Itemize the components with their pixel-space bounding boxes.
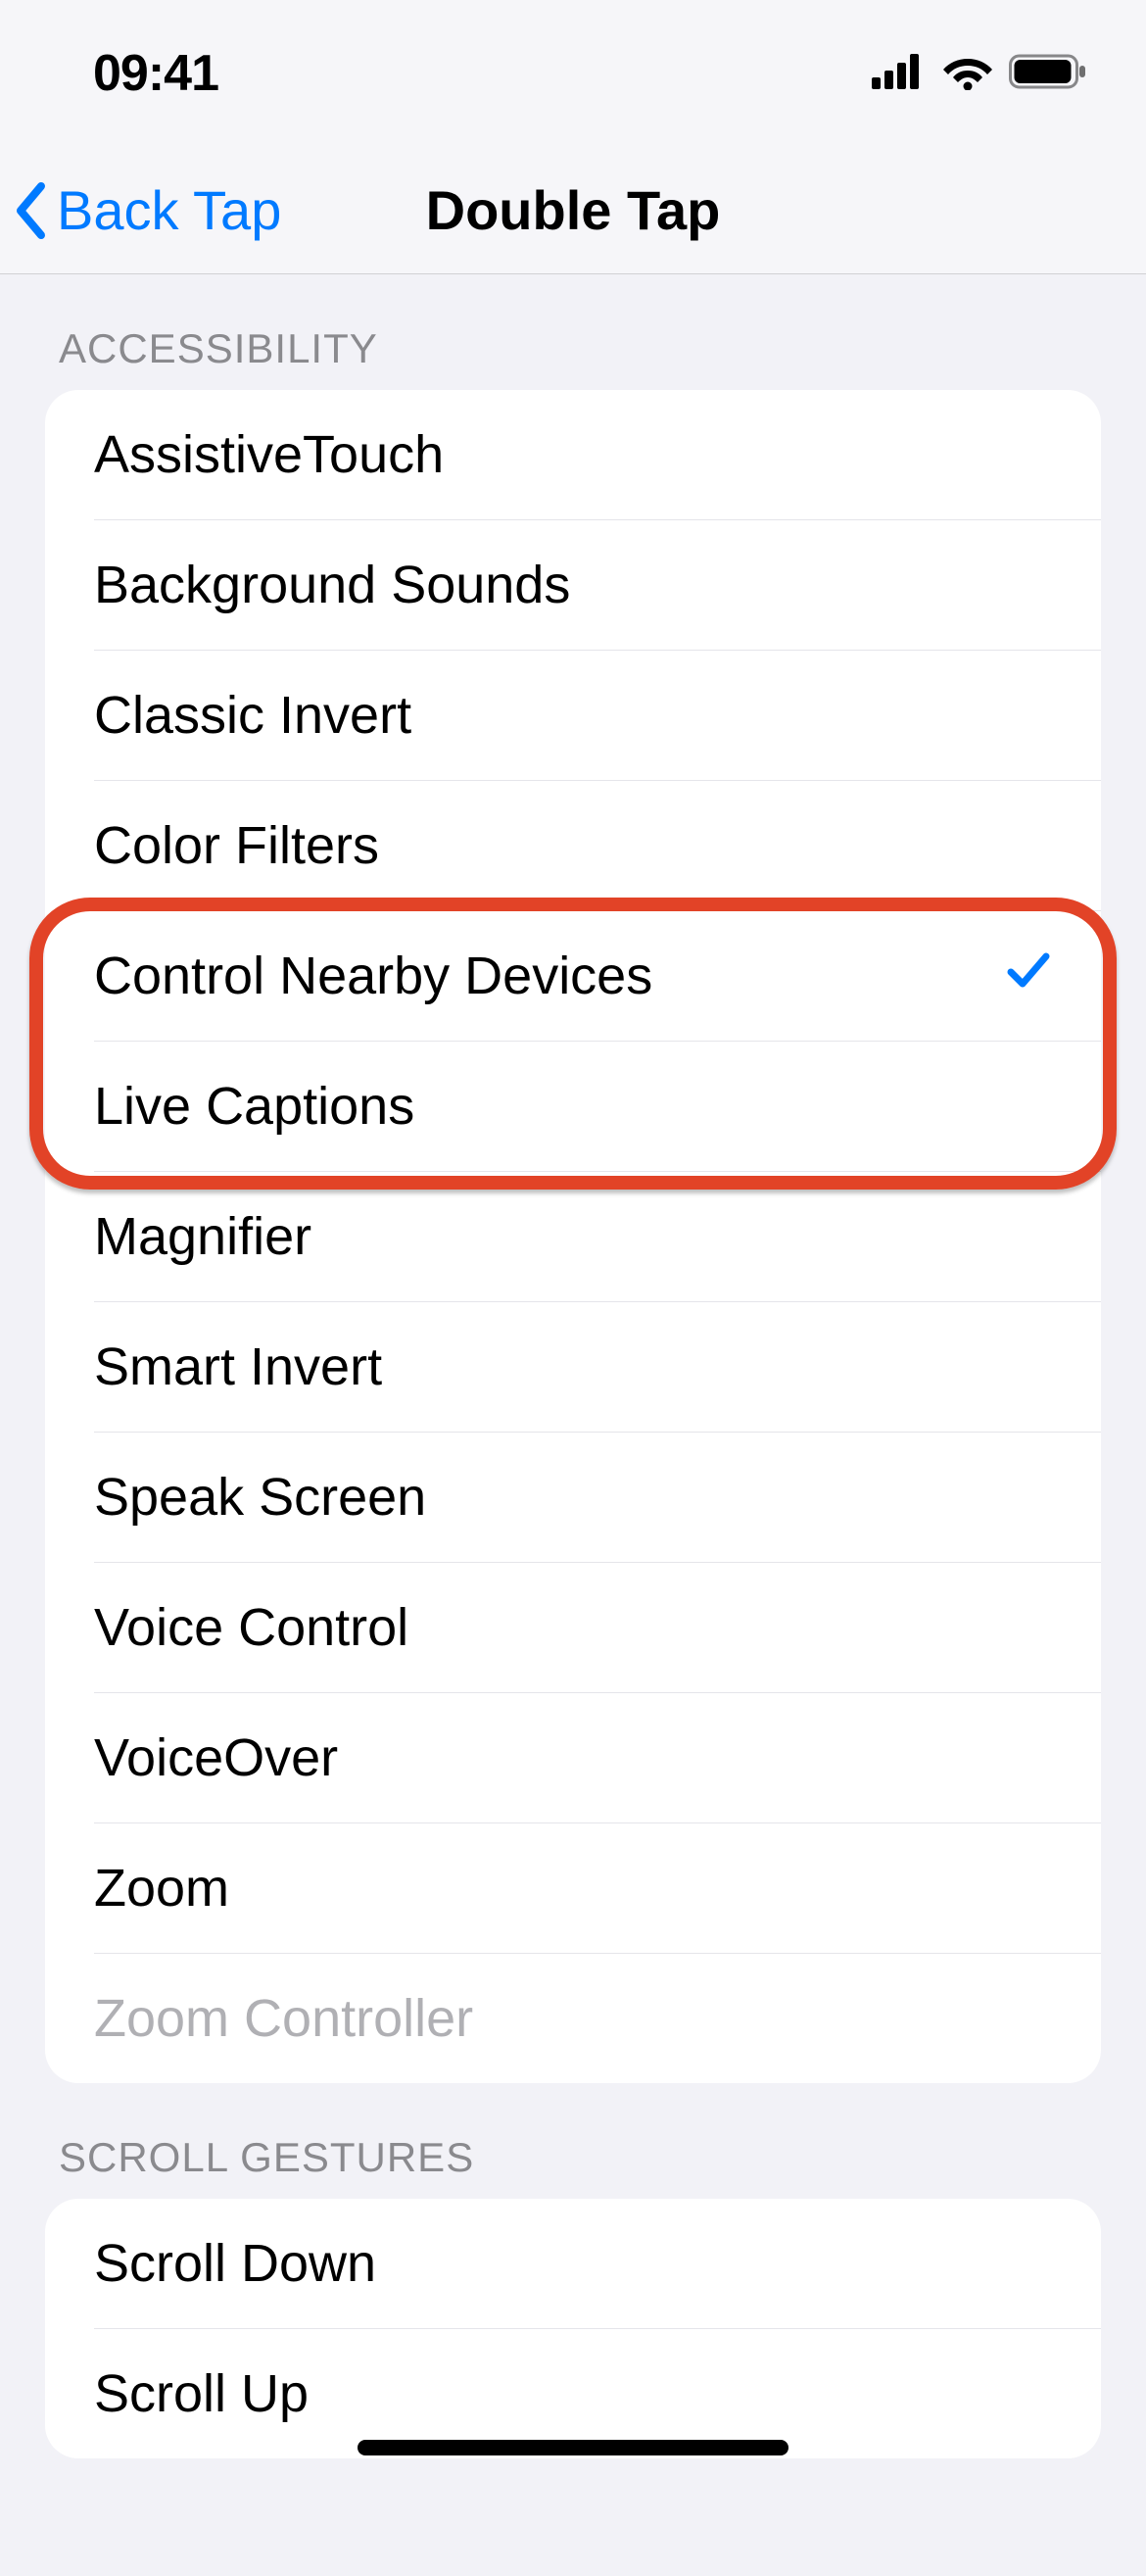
row-label: Magnifier — [94, 1206, 311, 1267]
home-indicator — [358, 2440, 788, 2455]
status-icons — [872, 53, 1087, 95]
checkmark-icon — [1005, 946, 1052, 1006]
row-magnifier[interactable]: Magnifier — [45, 1172, 1101, 1301]
row-label: AssistiveTouch — [94, 424, 444, 485]
row-voice-control[interactable]: Voice Control — [45, 1563, 1101, 1692]
row-label: Zoom Controller — [94, 1988, 473, 2049]
row-label: Live Captions — [94, 1076, 414, 1137]
row-label: Control Nearby Devices — [94, 946, 652, 1006]
status-bar: 09:41 — [0, 0, 1146, 147]
row-label: Smart Invert — [94, 1337, 382, 1397]
row-label: Zoom — [94, 1858, 229, 1919]
wifi-icon — [942, 53, 993, 95]
row-speak-screen[interactable]: Speak Screen — [45, 1433, 1101, 1562]
row-label: VoiceOver — [94, 1727, 338, 1788]
cellular-icon — [872, 54, 927, 94]
row-background-sounds[interactable]: Background Sounds — [45, 520, 1101, 650]
row-live-captions[interactable]: Live Captions — [45, 1042, 1101, 1171]
row-scroll-down[interactable]: Scroll Down — [45, 2199, 1101, 2328]
row-color-filters[interactable]: Color Filters — [45, 781, 1101, 910]
row-label: Scroll Up — [94, 2363, 309, 2424]
status-time: 09:41 — [93, 44, 218, 103]
back-button[interactable]: Back Tap — [12, 178, 281, 242]
chevron-left-icon — [12, 180, 51, 241]
section-header-scroll-gestures: SCROLL GESTURES — [0, 2083, 1146, 2199]
row-zoom[interactable]: Zoom — [45, 1823, 1101, 1953]
row-classic-invert[interactable]: Classic Invert — [45, 651, 1101, 780]
row-voiceover[interactable]: VoiceOver — [45, 1693, 1101, 1823]
row-label: Voice Control — [94, 1597, 408, 1658]
row-label: Scroll Down — [94, 2233, 376, 2294]
nav-bar: Back Tap Double Tap — [0, 147, 1146, 274]
section-header-accessibility: ACCESSIBILITY — [0, 274, 1146, 390]
row-label: Background Sounds — [94, 555, 570, 615]
group-scroll-gestures: Scroll Down Scroll Up — [45, 2199, 1101, 2458]
row-label: Speak Screen — [94, 1467, 426, 1528]
group-accessibility: AssistiveTouch Background Sounds Classic… — [45, 390, 1101, 2083]
row-label: Classic Invert — [94, 685, 411, 746]
row-assistivetouch[interactable]: AssistiveTouch — [45, 390, 1101, 519]
row-smart-invert[interactable]: Smart Invert — [45, 1302, 1101, 1432]
page-title: Double Tap — [426, 178, 721, 242]
row-zoom-controller: Zoom Controller — [45, 1954, 1101, 2083]
row-label: Color Filters — [94, 815, 379, 876]
row-control-nearby-devices[interactable]: Control Nearby Devices — [45, 911, 1101, 1041]
battery-icon — [1009, 53, 1087, 95]
back-label: Back Tap — [57, 178, 281, 242]
